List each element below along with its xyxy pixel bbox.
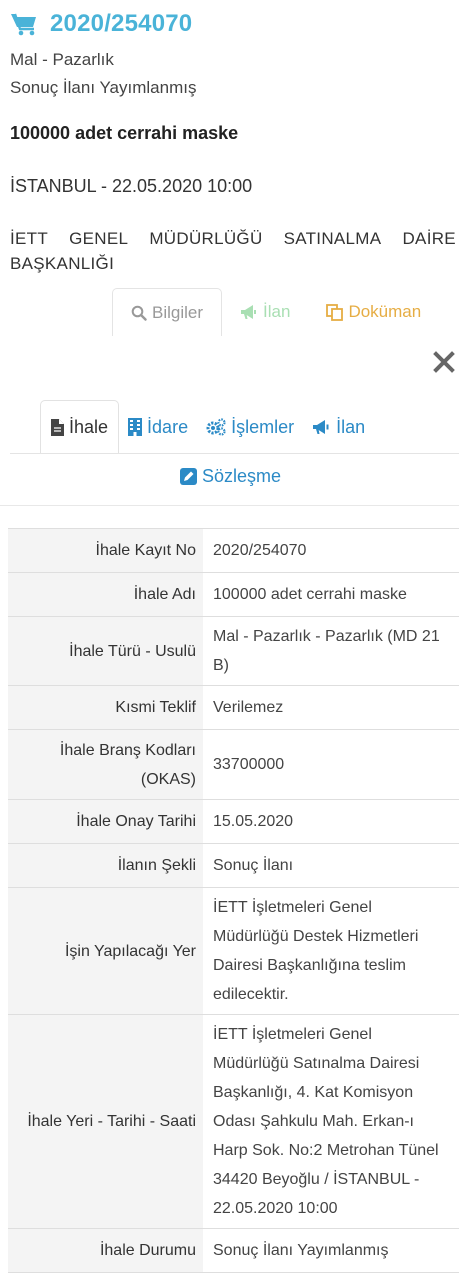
tender-type: Mal - Pazarlık	[10, 50, 114, 69]
detail-key: Kısmi Teklif	[8, 686, 203, 729]
detail-key: İlanın Şekli	[8, 844, 203, 887]
detail-key: İhale Kayıt No	[8, 529, 203, 572]
tab-label: İlan	[263, 302, 291, 321]
file-icon	[51, 419, 64, 436]
tender-city-date: İSTANBUL - 22.05.2020 10:00	[10, 176, 253, 196]
detail-value: 15.05.2020	[213, 813, 294, 830]
tender-authority: İETT GENEL MÜDÜRLÜĞÜ SATINALMA DAİRE BAŞ…	[10, 226, 456, 276]
tab-label: İlan	[336, 416, 366, 437]
tender-ikn[interactable]: 2020/254070	[50, 10, 192, 38]
table-row: İşin Yapılacağı Yer İETT İşletmeleri Gen…	[8, 888, 459, 1015]
detail-value: 33700000	[213, 756, 285, 773]
detail-value: Verilemez	[213, 699, 284, 716]
detail-value: İETT İşletmeleri Genel Müdürlüğü Destek …	[213, 899, 419, 1003]
edit-icon	[180, 468, 197, 485]
table-row: İhale Branş Kodları (OKAS) 33700000	[8, 730, 459, 800]
detail-key: İhale Yeri - Tarihi - Saati	[8, 1015, 203, 1228]
table-row: İhale Onay Tarihi 15.05.2020	[8, 800, 459, 844]
detail-tabs: Bilgiler İlan Doküman	[112, 288, 439, 336]
detail-value: 100000 adet cerrahi maske	[213, 586, 407, 603]
tab-idare[interactable]: İdare	[119, 400, 197, 454]
tender-status: Sonuç İlanı Yayımlanmış	[10, 78, 197, 97]
authority-word: MÜDÜRLÜĞÜ	[149, 229, 263, 248]
authority-word: SATINALMA	[283, 229, 382, 248]
detail-key: İhale Branş Kodları (OKAS)	[8, 730, 203, 799]
detail-value: 2020/254070	[213, 542, 307, 559]
detail-key: İhale Türü - Usulü	[8, 617, 203, 685]
tabs-divider	[10, 453, 459, 454]
table-row: İhale Yeri - Tarihi - Saati İETT İşletme…	[8, 1015, 459, 1229]
detail-key: İhale Onay Tarihi	[8, 800, 203, 843]
tab-ilan-detail[interactable]: İlan	[303, 400, 374, 454]
tender-header: 2020/254070	[10, 10, 192, 38]
tab-bilgiler[interactable]: Bilgiler	[112, 288, 223, 336]
tab-ihale[interactable]: İhale	[40, 400, 120, 454]
detail-value: İETT İşletmeleri Genel Müdürlüğü Satınal…	[213, 1026, 439, 1217]
tab-islemler[interactable]: İşlemler	[197, 400, 303, 454]
tab-label: İhale	[69, 417, 109, 437]
tab-sozlesme[interactable]: Sözleşme	[180, 466, 281, 487]
tender-sub-tabs: İhale İdare İşlemler İlan	[40, 400, 374, 454]
detail-key: İşin Yapılacağı Yer	[8, 888, 203, 1014]
section-divider	[0, 505, 459, 506]
tab-label: Bilgiler	[152, 302, 204, 322]
detail-key: İhale Adı	[8, 573, 203, 616]
tab-ilan[interactable]: İlan	[222, 288, 308, 336]
tender-details-table: İhale Kayıt No 2020/254070 İhale Adı 100…	[8, 528, 459, 1273]
tab-label: İşlemler	[231, 416, 295, 437]
detail-value: Mal - Pazarlık - Pazarlık (MD 21 B)	[213, 628, 440, 674]
search-icon	[131, 305, 147, 321]
tab-dokuman[interactable]: Doküman	[308, 288, 439, 336]
tab-label: Sözleşme	[202, 466, 282, 486]
cogs-icon	[206, 418, 226, 436]
shopping-cart-icon	[11, 13, 36, 36]
detail-value: Sonuç İlanı	[213, 857, 294, 874]
table-row: İlanın Şekli Sonuç İlanı	[8, 844, 459, 888]
tab-label: İdare	[147, 416, 189, 437]
authority-word: İETT	[10, 229, 49, 248]
copy-icon	[326, 303, 344, 321]
close-icon[interactable]	[432, 350, 456, 374]
table-row: İhale Kayıt No 2020/254070	[8, 529, 459, 573]
authority-word: DAİRE	[402, 229, 456, 248]
tender-title: 100000 adet cerrahi maske	[10, 123, 239, 143]
authority-line-2: BAŞKANLIĞI	[10, 254, 115, 273]
megaphone-icon	[241, 305, 257, 319]
building-icon	[128, 418, 143, 436]
authority-word: GENEL	[69, 229, 129, 248]
table-row: Kısmi Teklif Verilemez	[8, 686, 459, 730]
detail-key: İhale Durumu	[8, 1229, 203, 1272]
detail-value: Sonuç İlanı Yayımlanmış	[213, 1242, 389, 1259]
megaphone-icon	[313, 420, 329, 434]
table-row: İhale Adı 100000 adet cerrahi maske	[8, 573, 459, 617]
table-row: İhale Türü - Usulü Mal - Pazarlık - Paza…	[8, 617, 459, 686]
table-row: İhale Durumu Sonuç İlanı Yayımlanmış	[8, 1229, 459, 1273]
tab-label: Doküman	[348, 302, 422, 321]
